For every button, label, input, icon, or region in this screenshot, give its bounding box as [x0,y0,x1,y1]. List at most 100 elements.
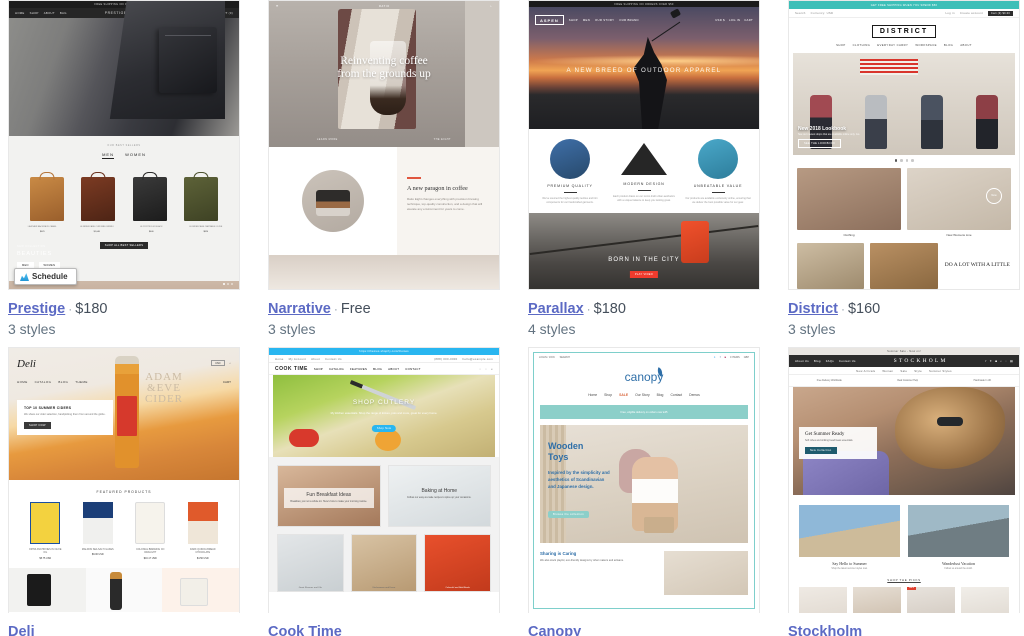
category-tile[interactable]: DO A LOT WITH A LITTLE Behind the Scenes [943,242,1011,290]
nav-item[interactable]: About Us [795,359,809,363]
account-icon[interactable]: ◌ [479,367,481,371]
nav-item[interactable]: CATALOG [329,367,344,371]
subnav-item[interactable]: Style [914,369,922,373]
nav-item[interactable]: CONTACT [405,367,420,371]
theme-card-district[interactable]: GET FREE SHIPPING WHEN YOU SPEND $50 Sea… [788,0,1020,339]
category-tile[interactable]: Workspace [797,242,865,290]
search-icon[interactable]: ⌕ [1000,359,1002,363]
theme-preview-stockholm[interactable]: Summer Sale - Now on! About Us Blog FAQs… [788,347,1020,613]
theme-card-narrative[interactable]: ☰ RATIO ⌂ Reinventing coffee from the gr… [268,0,500,339]
hero-link[interactable]: THE EIGHT [434,138,451,141]
product-thumb[interactable] [29,177,64,221]
theme-card-prestige[interactable]: FREE SHIPPING ON ORDERS OVER $75 HOME SH… [8,0,240,339]
content-tile[interactable]: Great Flavours and Oils [277,534,344,592]
menu-icon[interactable]: ☰ [276,5,279,8]
util-link[interactable]: Contact Us [325,357,342,361]
product-item[interactable] [853,586,901,613]
theme-card-parallax[interactable]: FREE SHIPPING ON ORDERS OVER $50 ASPEN S… [528,0,760,339]
theme-card-canopy[interactable]: LOGIN / JOIN SEARCH ✦ f ◙ 0 ITEMS GBP ca… [528,347,760,636]
util-link[interactable]: Home [275,357,284,361]
play-video-button[interactable]: PLAY VIDEO [629,271,659,278]
theme-preview-district[interactable]: GET FREE SHIPPING WHEN YOU SPEND $50 Sea… [788,0,1020,290]
theme-card-deli[interactable]: Deli USD ⌕ HOME CATALOG BLOG THEME CART [8,347,240,636]
nav-item[interactable]: THEME [75,380,88,384]
carousel-dots[interactable] [223,283,233,285]
util-link[interactable]: My Account [289,357,306,361]
feature-tile[interactable]: Say Hello to Summer Shop the latest summ… [799,505,900,570]
twitter-icon[interactable]: ✦ [990,359,993,363]
theme-preview-canopy[interactable]: LOGIN / JOIN SEARCH ✦ f ◙ 0 ITEMS GBP ca… [528,347,760,613]
theme-name-link[interactable]: Cook Time [268,624,342,636]
cart-button[interactable]: Cart (0) $0.00 [988,10,1013,16]
search-icon[interactable]: ⌕ [230,362,231,365]
hero-button[interactable]: Browse the collection [548,511,589,518]
theme-name-link[interactable]: Parallax [528,301,584,317]
nav-item[interactable]: EVERYDAY CARRY [877,43,908,47]
login-link[interactable]: LOGIN / JOIN [539,356,555,359]
search-link[interactable]: SEARCH [560,356,570,359]
subnav-item[interactable]: New Arrivals [856,369,875,373]
nav-item[interactable]: SHOP [314,367,323,371]
tab-men[interactable]: MEN [102,152,114,159]
util-link[interactable]: About [311,357,320,361]
hero-button[interactable]: Shop Now [371,425,397,432]
category-tile[interactable]: New New Womens Line [907,167,1011,243]
hero-button[interactable]: SEE THE LOOKBOOK [798,139,842,148]
subnav-item[interactable]: Women [882,369,893,373]
instagram-icon[interactable]: ◙ [724,356,726,359]
product-item[interactable]: COLONIAL BREWING CO DRAUGHT $16.17 USD [132,502,168,560]
nav-item[interactable]: CATALOG [35,380,52,384]
theme-preview-prestige[interactable]: FREE SHIPPING ON ORDERS OVER $75 HOME SH… [8,0,240,290]
nav-item[interactable]: Contact [670,393,682,397]
nav-item[interactable]: Blog [814,359,821,363]
product-thumb[interactable] [81,177,116,221]
product-item[interactable]: ORTIZ ANCHOVIES IN OLIVE OIL $5.75 USD [27,502,63,560]
nav-item[interactable]: HOME [17,380,28,384]
nav-item[interactable]: ABOUT [960,43,972,47]
tab-women[interactable]: WOMEN [125,152,146,157]
hero-button[interactable]: New Collection [805,446,837,454]
subnav-item[interactable]: Summer Styles [929,369,952,373]
product-item[interactable]: MALDON SEA SALT FLAKES $9.00 USD [80,502,116,560]
cart-icon[interactable]: ⌂ [490,5,492,8]
cart-link[interactable]: CART [223,380,231,384]
hero-link[interactable]: LEARN MORE [317,138,338,141]
theme-card-cooktime[interactable]: https://themes.shopify.com/themes Home M… [268,347,500,636]
create-account-link[interactable]: Create account [960,11,983,15]
theme-name-link[interactable]: Deli [8,624,35,636]
currency-selector[interactable]: USD [211,360,225,367]
nav-item[interactable]: Shop [604,393,612,397]
content-tile[interactable]: Colourful and Bold Bowls [424,534,492,592]
search-icon[interactable]: ⌕ [491,367,493,371]
product-thumb[interactable] [184,177,219,221]
theme-card-stockholm[interactable]: Summer Sale - Now on! About Us Blog FAQs… [788,347,1020,636]
currency-selector[interactable]: Currency: USD [811,11,834,15]
product-item[interactable] [799,586,847,613]
cart-icon[interactable]: ▤ [1010,359,1013,363]
carousel-dots[interactable] [789,155,1019,168]
product-item[interactable]: SALE [907,586,955,613]
nav-item[interactable]: WORKSPACE [915,43,937,47]
nav-item[interactable]: ABOUT [388,367,399,371]
category-tile[interactable]: Clothing [797,167,901,243]
product-item[interactable]: DARK QUINOA BREAD CHOCOLATE $4.50 USD [185,502,221,560]
theme-preview-narrative[interactable]: ☰ RATIO ⌂ Reinventing coffee from the gr… [268,0,500,290]
content-tile[interactable]: Kitchenware and Decor [350,534,418,592]
theme-preview-cooktime[interactable]: https://themes.shopify.com/themes Home M… [268,347,500,613]
content-tile[interactable]: Fun Breakfast Ideas Breakfast, just not … [277,465,381,527]
facebook-icon[interactable]: f [720,356,721,359]
product-item[interactable] [961,586,1009,613]
nav-item[interactable]: CLOTHING [853,43,871,47]
nav-item[interactable]: FAQs [826,359,834,363]
nav-item[interactable]: BLOG [944,43,953,47]
nav-item[interactable]: Demos [689,393,700,397]
theme-name-link[interactable]: Prestige [8,301,65,317]
account-icon[interactable]: ◌ [1005,359,1007,363]
nav-item[interactable]: Blog [657,393,664,397]
cart-count[interactable]: 0 ITEMS [730,356,740,359]
theme-name-link[interactable]: Narrative [268,301,331,317]
feature-tile[interactable]: Wanderlust Vacation Follow us around the… [908,505,1009,570]
cart-icon[interactable]: ◌ [485,367,487,371]
product-thumb[interactable] [132,177,167,221]
content-tile[interactable]: Baking at Home Follow our easy-to-make r… [387,465,491,527]
